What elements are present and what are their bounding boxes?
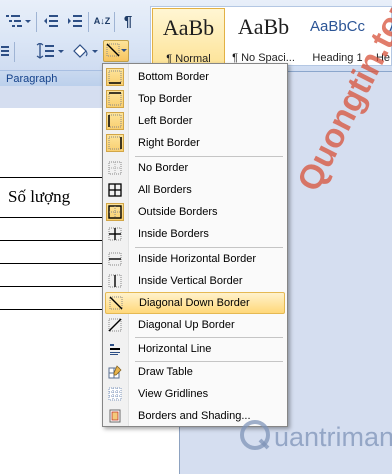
justify-icon	[1, 46, 9, 56]
justify-button[interactable]	[0, 40, 10, 62]
menu-item-label: Top Border	[138, 93, 192, 105]
style-preview: AaBb	[162, 15, 215, 40]
inside-borders-icon	[106, 225, 124, 243]
horizontal-line-icon	[106, 340, 124, 358]
sort-icon: A↓Z	[93, 16, 111, 26]
toolbar-separator	[114, 12, 115, 32]
menu-item-inside-borders[interactable]: Inside Borders	[105, 223, 285, 245]
show-formatting-marks-button[interactable]: ¶	[117, 10, 139, 32]
inside-vertical-border-icon	[106, 272, 124, 290]
watermark-logo-icon	[240, 420, 270, 450]
multilevel-list-icon	[6, 15, 31, 27]
menu-item-diagonal-up-border[interactable]: Diagonal Up Border	[105, 314, 285, 336]
line-spacing-icon	[36, 43, 64, 59]
menu-item-label: View Gridlines	[138, 388, 209, 400]
shading-icon	[73, 44, 98, 58]
inside-horizontal-border-icon	[106, 250, 124, 268]
style-preview: AaBb	[237, 14, 290, 39]
diagonal-up-border-icon	[106, 316, 124, 334]
menu-item-label: Bottom Border	[138, 71, 209, 83]
increase-indent-icon	[68, 15, 82, 27]
style-normal[interactable]: AaBb ¶ Normal	[152, 8, 225, 65]
menu-item-label: Draw Table	[138, 366, 193, 378]
toolbar-separator	[36, 12, 37, 32]
menu-item-view-gridlines[interactable]: View Gridlines	[105, 383, 285, 405]
decrease-indent-icon	[44, 15, 58, 27]
outside-borders-icon	[106, 203, 124, 221]
menu-item-label: Borders and Shading...	[138, 410, 251, 422]
menu-item-label: Right Border	[138, 137, 200, 149]
draw-table-icon	[106, 363, 124, 381]
no-border-icon	[106, 159, 124, 177]
decrease-indent-button[interactable]	[40, 10, 62, 32]
menu-item-no-border[interactable]: No Border	[105, 157, 285, 179]
menu-item-label: Left Border	[138, 115, 193, 127]
menu-item-right-border[interactable]: Right Border	[105, 132, 285, 154]
menu-item-left-border[interactable]: Left Border	[105, 110, 285, 132]
left-border-icon	[106, 112, 124, 130]
borders-dropdown-menu: Bottom Border Top Border Left Border Rig…	[102, 63, 288, 427]
menu-item-bottom-border[interactable]: Bottom Border	[105, 66, 285, 88]
bottom-border-icon	[106, 68, 124, 86]
right-border-icon	[106, 134, 124, 152]
top-border-icon	[106, 90, 124, 108]
menu-item-inside-horizontal-border[interactable]: Inside Horizontal Border	[105, 248, 285, 270]
menu-item-draw-table[interactable]: Draw Table	[105, 361, 285, 383]
menu-item-label: Horizontal Line	[138, 343, 212, 355]
menu-item-label: Inside Vertical Border	[138, 275, 243, 287]
table-cell-text[interactable]: Số lượng	[8, 187, 70, 207]
borders-shading-icon	[106, 407, 124, 425]
all-borders-icon	[106, 181, 124, 199]
sort-button[interactable]: A↓Z	[91, 10, 113, 32]
menu-item-label: Inside Borders	[138, 228, 209, 240]
menu-item-top-border[interactable]: Top Border	[105, 88, 285, 110]
menu-item-outside-borders[interactable]: Outside Borders	[105, 201, 285, 223]
menu-item-label: Diagonal Up Border	[138, 319, 235, 331]
pilcrow-icon: ¶	[123, 12, 133, 30]
toolbar-separator	[14, 42, 15, 62]
diagonal-down-border-icon	[107, 294, 125, 312]
borders-button[interactable]	[103, 40, 129, 62]
menu-item-inside-vertical-border[interactable]: Inside Vertical Border	[105, 270, 285, 292]
menu-item-label: Inside Horizontal Border	[138, 253, 257, 265]
menu-item-label: No Border	[138, 162, 189, 174]
menu-item-label: All Borders	[138, 184, 192, 196]
multilevel-list-button[interactable]	[2, 10, 34, 32]
menu-item-diagonal-down-border[interactable]: Diagonal Down Border	[105, 292, 285, 314]
shading-button[interactable]	[70, 40, 100, 62]
borders-icon	[106, 43, 127, 57]
toolbar-separator	[88, 12, 89, 32]
menu-item-label: Outside Borders	[138, 206, 218, 218]
menu-item-label: Diagonal Down Border	[139, 297, 250, 309]
style-no-spacing[interactable]: AaBb ¶ No Spaci...	[227, 8, 300, 64]
menu-item-horizontal-line[interactable]: Horizontal Line	[105, 338, 285, 360]
line-spacing-button[interactable]	[32, 40, 66, 62]
increase-indent-button[interactable]	[64, 10, 86, 32]
menu-item-all-borders[interactable]: All Borders	[105, 179, 285, 201]
view-gridlines-icon	[106, 385, 124, 403]
watermark-horizontal: uantrimang	[274, 422, 392, 452]
